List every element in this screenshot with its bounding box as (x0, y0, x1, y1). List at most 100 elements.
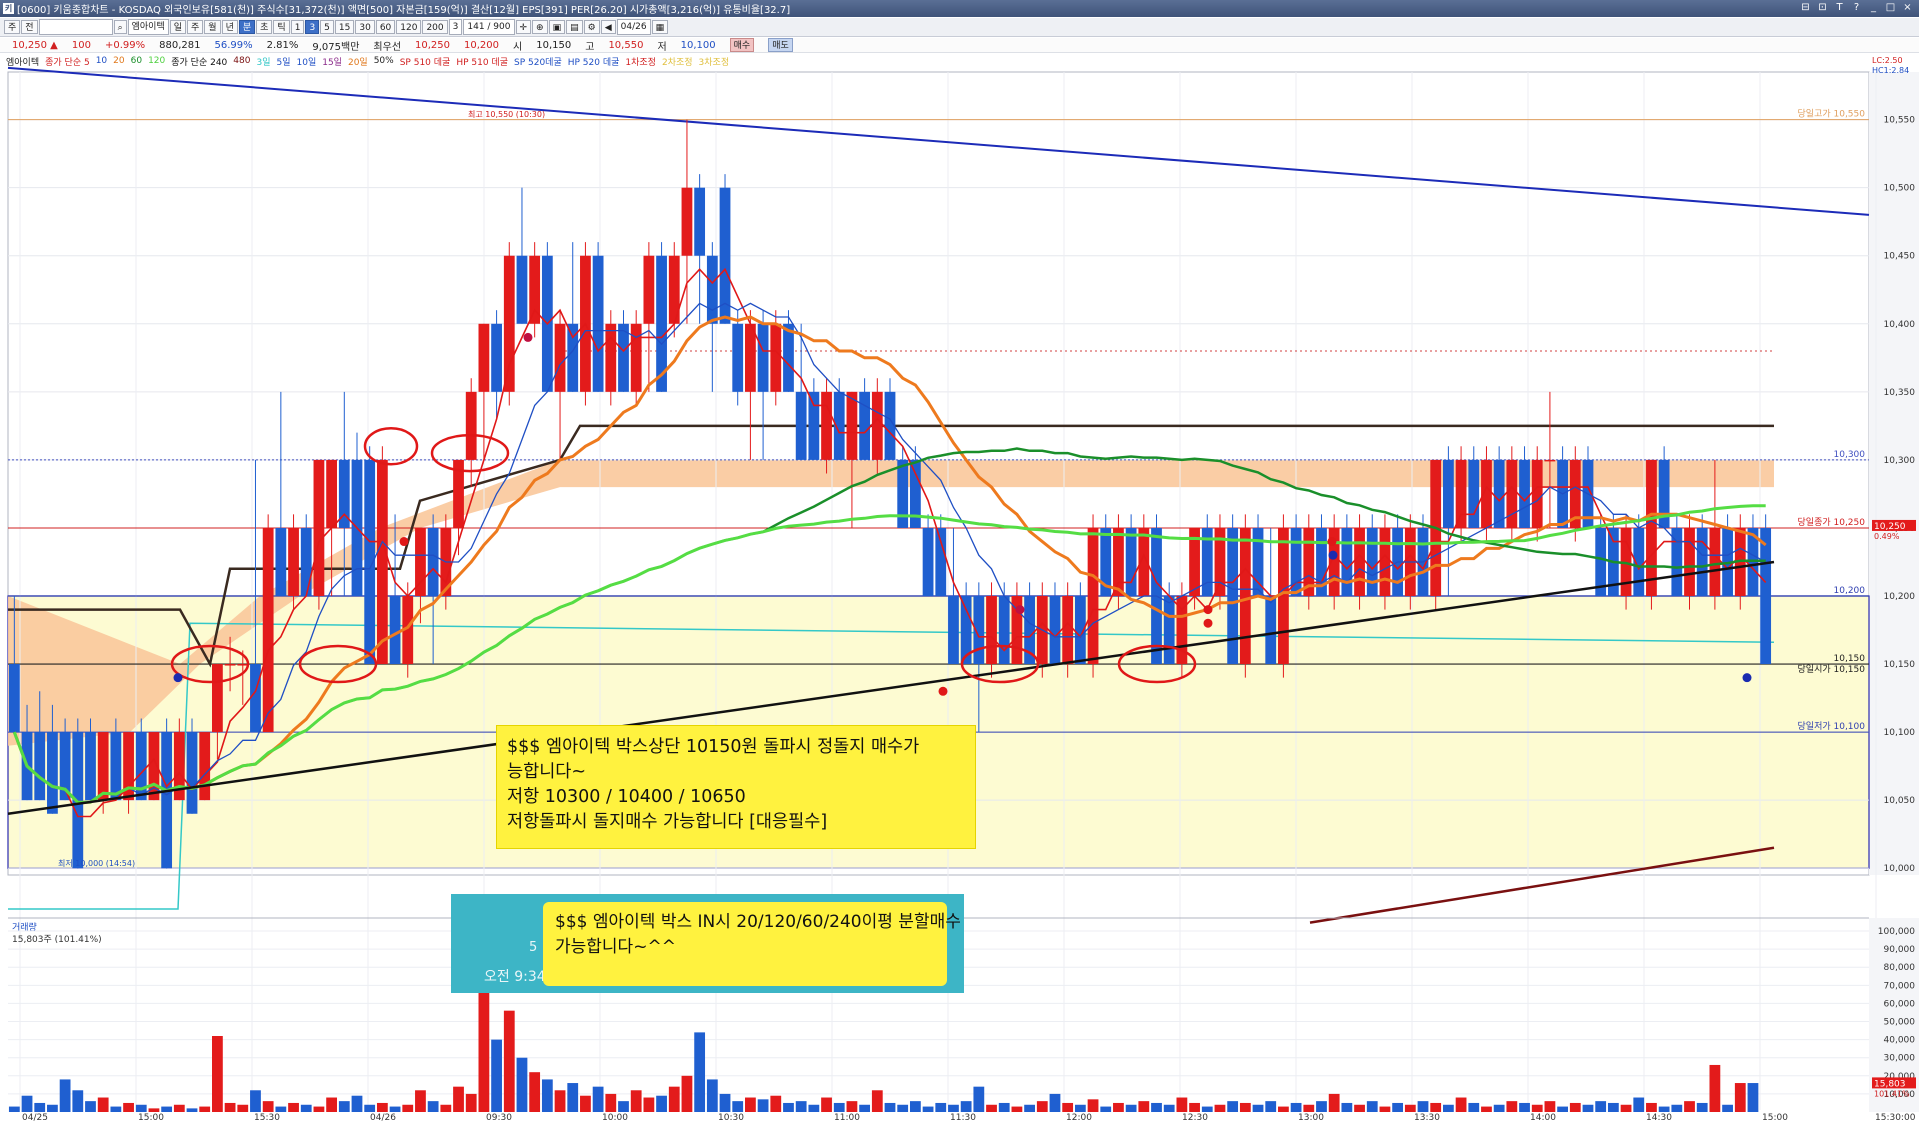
volume-bar-20 (262, 1101, 274, 1112)
candle-30[interactable] (389, 595, 401, 665)
candle-67[interactable] (859, 391, 871, 460)
candle-108[interactable] (1379, 527, 1391, 596)
candle-82[interactable] (1049, 595, 1061, 665)
candle-68[interactable] (871, 391, 883, 460)
candle-24[interactable] (313, 459, 325, 596)
volume-bar-49 (630, 1090, 642, 1112)
volume-bar-80 (1024, 1104, 1035, 1112)
volume-bar-33 (427, 1101, 439, 1112)
candle-20[interactable] (262, 527, 274, 733)
candle-72[interactable] (922, 527, 934, 596)
volume-bar-117 (1493, 1104, 1505, 1112)
candle-19[interactable] (250, 664, 261, 733)
volume-bar-82 (1049, 1093, 1061, 1112)
candle-25[interactable] (326, 459, 338, 528)
candle-83[interactable] (1062, 595, 1074, 665)
candle-37[interactable] (478, 323, 490, 392)
candle-88[interactable] (1125, 527, 1137, 596)
volume-bar-39 (503, 1010, 515, 1112)
candle-64[interactable] (821, 391, 832, 460)
candle-40[interactable] (516, 255, 528, 324)
candle-50[interactable] (643, 255, 655, 324)
signal-dot-5 (1203, 605, 1213, 615)
candle-16[interactable] (212, 664, 223, 733)
candle-22[interactable] (288, 527, 299, 596)
volume-bar-6 (85, 1101, 96, 1112)
volume-bar-17 (224, 1102, 236, 1112)
candle-2[interactable] (34, 732, 46, 801)
candle-0[interactable] (8, 664, 20, 733)
candle-58[interactable] (745, 323, 756, 392)
volume-bar-27 (351, 1095, 363, 1112)
candle-120[interactable] (1531, 459, 1543, 528)
candle-119[interactable] (1519, 459, 1530, 528)
candle-138[interactable] (1760, 527, 1772, 665)
candle-21[interactable] (275, 527, 287, 596)
candle-114[interactable] (1455, 459, 1467, 528)
candle-62[interactable] (795, 391, 807, 460)
candle-49[interactable] (630, 323, 642, 392)
candle-133[interactable] (1696, 527, 1708, 596)
candle-106[interactable] (1354, 527, 1365, 596)
candle-121[interactable] (1544, 459, 1556, 462)
candle-132[interactable] (1684, 527, 1695, 596)
candle-15[interactable] (199, 732, 211, 801)
candle-23[interactable] (300, 527, 312, 596)
candle-54[interactable] (694, 187, 706, 256)
volume-bar-100 (1278, 1106, 1289, 1112)
candle-99[interactable] (1265, 595, 1277, 665)
candle-60[interactable] (770, 323, 782, 392)
candle-107[interactable] (1366, 527, 1378, 596)
candle-12[interactable] (161, 732, 173, 869)
candle-70[interactable] (897, 459, 909, 528)
volume-bar-44 (567, 1083, 579, 1112)
candle-33[interactable] (427, 527, 439, 596)
candle-47[interactable] (605, 323, 617, 392)
candle-18[interactable] (237, 664, 249, 666)
candle-48[interactable] (618, 323, 629, 392)
volume-bar-77 (986, 1104, 997, 1112)
candle-39[interactable] (503, 255, 515, 392)
candle-57[interactable] (732, 323, 744, 392)
candle-117[interactable] (1493, 459, 1505, 528)
candle-46[interactable] (592, 255, 604, 392)
candle-87[interactable] (1113, 527, 1124, 596)
volume-bar-109 (1392, 1102, 1404, 1112)
candle-55[interactable] (706, 255, 718, 324)
volume-bar-30 (389, 1106, 401, 1112)
candle-3[interactable] (47, 732, 58, 814)
candle-77[interactable] (986, 595, 997, 665)
candle-59[interactable] (757, 323, 769, 392)
candle-66[interactable] (846, 391, 858, 460)
candle-61[interactable] (783, 323, 794, 392)
candle-105[interactable] (1341, 527, 1353, 596)
candle-63[interactable] (808, 391, 820, 460)
candle-96[interactable] (1227, 527, 1239, 665)
candle-73[interactable] (935, 527, 947, 596)
volume-bar-76 (973, 1086, 985, 1112)
candle-91[interactable] (1163, 595, 1175, 665)
candle-8[interactable] (110, 732, 122, 801)
candle-115[interactable] (1468, 459, 1480, 528)
candle-74[interactable] (948, 595, 959, 665)
candle-129[interactable] (1646, 459, 1657, 596)
candle-7[interactable] (97, 732, 109, 801)
candle-118[interactable] (1506, 459, 1518, 528)
candle-134[interactable] (1709, 527, 1721, 596)
candle-38[interactable] (491, 323, 502, 392)
price-tick-8: 10,150 (1884, 660, 1916, 670)
candle-97[interactable] (1239, 527, 1251, 665)
candle-36[interactable] (465, 391, 477, 460)
candle-53[interactable] (681, 187, 693, 256)
volume-bar-115 (1468, 1102, 1480, 1112)
signal-dot-3 (938, 686, 948, 696)
candle-85[interactable] (1087, 527, 1099, 665)
candle-29[interactable] (376, 459, 388, 665)
candle-17[interactable] (224, 664, 236, 666)
candle-113[interactable] (1442, 459, 1454, 528)
candle-14[interactable] (186, 732, 198, 814)
candle-43[interactable] (554, 323, 566, 392)
candle-6[interactable] (85, 732, 96, 801)
candle-78[interactable] (998, 595, 1010, 665)
price-tick-3: 10,400 (1884, 320, 1916, 330)
